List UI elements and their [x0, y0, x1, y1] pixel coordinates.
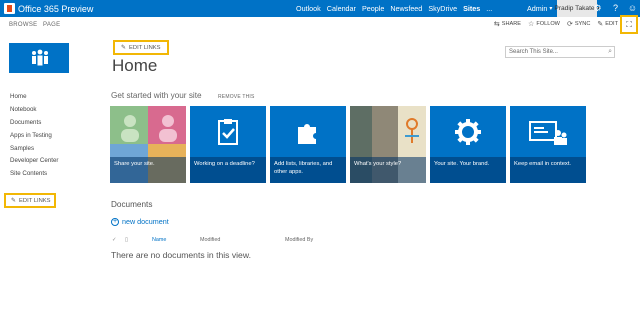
nav-item-notebook[interactable]: Notebook	[10, 104, 59, 117]
document-type-icon: ▯	[125, 237, 128, 243]
nav-item-apps-in-testing[interactable]: Apps in Testing	[10, 130, 59, 143]
tile-caption: Working on a deadline?	[190, 157, 266, 183]
suite-link-more[interactable]: ...	[486, 4, 492, 13]
tile-caption: Your site. Your brand.	[430, 157, 506, 183]
nav-item-documents[interactable]: Documents	[10, 117, 59, 130]
admin-menu[interactable]: Admin ▾	[527, 0, 552, 17]
empty-list-message: There are no documents in this view.	[111, 250, 251, 260]
person-silhouette-icon	[159, 115, 177, 142]
tile-share-site[interactable]: Share your site.	[110, 106, 186, 183]
star-icon: ☆	[528, 21, 535, 28]
office-logo-icon	[4, 3, 15, 14]
style-photo-icon	[405, 118, 419, 143]
sync-label: SYNC	[574, 21, 591, 27]
nav-item-home[interactable]: Home	[10, 91, 59, 104]
people-icon	[32, 49, 48, 66]
edit-links-top-button[interactable]: ✎ EDIT LINKS	[113, 40, 169, 55]
quick-launch: Home Notebook Documents Apps in Testing …	[10, 91, 59, 181]
share-icon: ⇆	[493, 21, 500, 28]
get-started-title: Get started with your site	[111, 91, 202, 100]
search-input[interactable]: Search This Site... ⌕	[505, 46, 615, 58]
search-placeholder: Search This Site...	[509, 49, 558, 55]
edit-links-left-button[interactable]: ✎ EDIT LINKS	[4, 193, 56, 208]
new-document-link[interactable]: + new document	[111, 217, 169, 226]
plus-icon: +	[111, 217, 119, 226]
gear-icon[interactable]: ⚙	[591, 2, 604, 15]
clipboard-check-icon	[218, 119, 238, 145]
tile-deadline[interactable]: Working on a deadline?	[190, 106, 266, 183]
fullscreen-icon: ⛶	[626, 19, 632, 29]
gear-icon	[455, 119, 481, 145]
suite-bar: Office 365 Preview Outlook Calendar Peop…	[0, 0, 640, 17]
column-modified[interactable]: Modified	[200, 237, 220, 243]
tab-browse[interactable]: BROWSE	[9, 22, 37, 28]
suite-link-skydrive[interactable]: SkyDrive	[428, 4, 457, 13]
person-silhouette-icon	[121, 115, 139, 142]
documents-title: Documents	[111, 200, 153, 209]
pencil-icon: ✎	[121, 45, 127, 51]
share-label: SHARE	[501, 21, 522, 27]
edit-label: EDIT	[605, 21, 618, 27]
site-logo[interactable]	[9, 43, 69, 73]
follow-button[interactable]: ☆ FOLLOW	[528, 20, 560, 28]
tile-caption: Share your site.	[110, 157, 186, 183]
suite-link-sites[interactable]: Sites	[463, 4, 480, 13]
edit-links-label: EDIT LINKS	[129, 44, 161, 51]
admin-label: Admin	[527, 4, 548, 13]
suite-link-outlook[interactable]: Outlook	[296, 4, 321, 13]
sync-icon: ⟳	[566, 21, 573, 28]
remove-this-link[interactable]: REMOVE THIS	[218, 94, 255, 100]
tile-caption: Add lists, libraries, and other apps.	[270, 157, 346, 183]
suite-links: Outlook Calendar People Newsfeed SkyDriv…	[296, 0, 498, 17]
edit-links-label: EDIT LINKS	[19, 197, 51, 204]
suite-link-newsfeed[interactable]: Newsfeed	[390, 4, 422, 13]
page-actions: ⇆ SHARE ☆ FOLLOW ⟳ SYNC ✎ EDIT	[487, 17, 618, 31]
help-icon[interactable]: ?	[609, 2, 622, 15]
nav-item-samples[interactable]: Samples	[10, 143, 59, 156]
select-all-check-icon[interactable]: ✓	[112, 237, 117, 243]
sync-button[interactable]: ⟳ SYNC	[567, 20, 590, 28]
user-name: Pradip Takate	[554, 5, 595, 12]
tab-page[interactable]: PAGE	[43, 22, 60, 28]
email-people-icon	[529, 121, 567, 145]
column-modified-by[interactable]: Modified By	[285, 237, 313, 243]
follow-label: FOLLOW	[536, 21, 560, 27]
pencil-icon: ✎	[597, 21, 604, 28]
tile-brand[interactable]: Your site. Your brand.	[430, 106, 506, 183]
chevron-down-icon: ▾	[549, 6, 553, 12]
tile-email[interactable]: Keep email in context.	[510, 106, 586, 183]
nav-item-developer-center[interactable]: Developer Center	[10, 155, 59, 168]
search-icon[interactable]: ⌕	[608, 47, 612, 57]
tile-style[interactable]: What's your style?	[350, 106, 426, 183]
smiley-icon[interactable]: ☺	[626, 2, 639, 15]
pencil-icon: ✎	[11, 198, 17, 204]
edit-button[interactable]: ✎ EDIT	[597, 20, 618, 28]
share-button[interactable]: ⇆ SHARE	[494, 20, 521, 28]
nav-item-site-contents[interactable]: Site Contents	[10, 168, 59, 181]
tile-add-apps[interactable]: Add lists, libraries, and other apps.	[270, 106, 346, 183]
brand-label: Office 365 Preview	[18, 3, 94, 14]
page-title: Home	[112, 56, 158, 75]
puzzle-icon	[298, 124, 316, 144]
suite-link-calendar[interactable]: Calendar	[327, 4, 356, 13]
column-name[interactable]: Name	[152, 237, 166, 243]
focus-on-content-button[interactable]: ⛶	[620, 15, 638, 34]
suite-link-people[interactable]: People	[362, 4, 384, 13]
new-document-label: new document	[122, 217, 169, 226]
office365-brand[interactable]: Office 365 Preview	[4, 2, 93, 15]
tile-caption: What's your style?	[350, 157, 426, 183]
tile-caption: Keep email in context.	[510, 157, 586, 183]
